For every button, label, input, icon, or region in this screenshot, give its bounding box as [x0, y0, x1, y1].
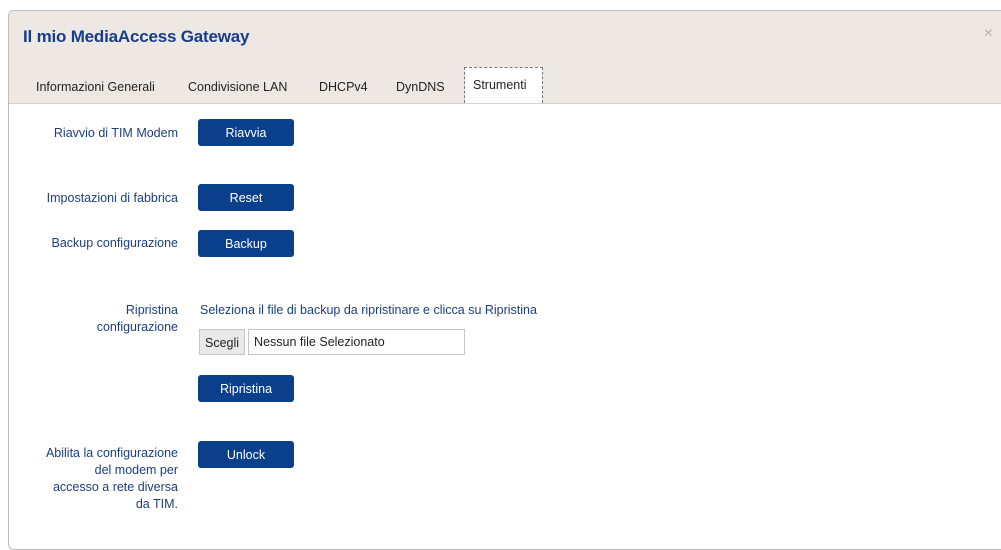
backup-label: Backup configurazione [51, 236, 178, 250]
tab-condivisione-lan[interactable]: Condivisione LAN [180, 71, 295, 103]
tab-dyndns[interactable]: DynDNS [388, 71, 453, 103]
tools-panel: Riavvio di TIM Modem Riavvia Impostazion… [9, 103, 1001, 549]
restore-label-line2: configurazione [96, 320, 178, 334]
modal-title: Il mio MediaAccess Gateway [23, 27, 250, 46]
factory-reset-label: Impostazioni di fabbrica [46, 191, 178, 205]
unlock-label-line3: accesso a rete diversa [52, 480, 178, 494]
unlock-label-line2: del modem per [94, 463, 178, 477]
close-icon[interactable]: × [984, 25, 993, 43]
restore-help-text: Seleziona il file di backup da ripristin… [200, 303, 537, 317]
tab-bar: Informazioni Generali Condivisione LAN D… [9, 65, 1001, 103]
tab-strumenti[interactable]: Strumenti [464, 67, 543, 103]
gateway-modal: Il mio MediaAccess Gateway × Informazion… [8, 10, 1001, 550]
file-picker: Scegli Nessun file Selezionato [199, 329, 466, 355]
modal-header: Il mio MediaAccess Gateway × Informazion… [9, 11, 1001, 104]
backup-button[interactable]: Backup [198, 230, 294, 257]
unlock-label-line1: Abilita la configurazione [45, 446, 178, 460]
file-name-field[interactable]: Nessun file Selezionato [248, 329, 466, 355]
unlock-button[interactable]: Unlock [198, 441, 294, 468]
tab-dhcpv4[interactable]: DHCPv4 [311, 71, 376, 103]
unlock-label-line4: da TIM. [135, 497, 178, 511]
restore-label-line1: Ripristina [125, 303, 178, 317]
tab-informazioni-generali[interactable]: Informazioni Generali [28, 71, 163, 103]
unlock-label: Abilita la configurazione del modem per … [46, 445, 178, 513]
choose-file-button[interactable]: Scegli [199, 329, 246, 355]
restore-button[interactable]: Ripristina [198, 375, 294, 402]
reboot-button[interactable]: Riavvia [198, 119, 294, 146]
factory-reset-button[interactable]: Reset [198, 184, 294, 211]
reboot-label: Riavvio di TIM Modem [53, 126, 178, 140]
restore-label: Ripristina configurazione [97, 302, 178, 336]
